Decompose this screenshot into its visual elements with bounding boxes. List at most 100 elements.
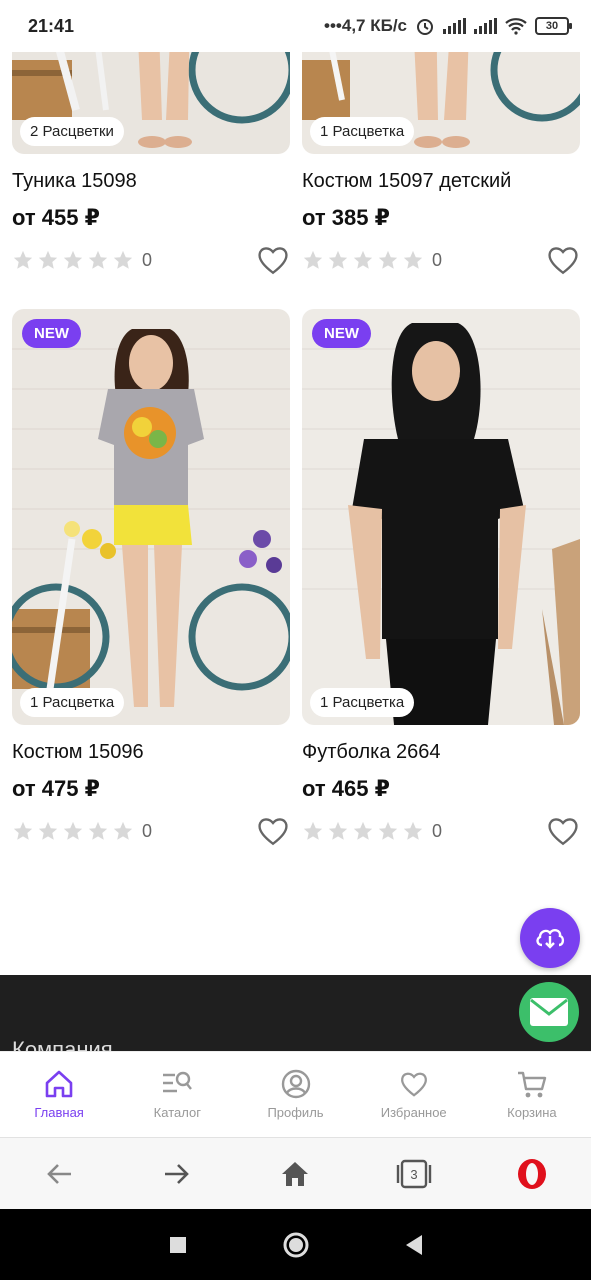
- favorite-heart-icon[interactable]: [256, 814, 290, 848]
- colors-badge: 1 Расцветка: [310, 688, 415, 717]
- cloud-download-button[interactable]: [520, 908, 580, 968]
- product-card[interactable]: NEW 1 Расцветка Футболка 2664 от 465 ₽ 0: [302, 309, 580, 848]
- nav-label: Главная: [34, 1105, 84, 1120]
- heart-icon: [400, 1072, 427, 1097]
- forward-arrow-icon: [165, 1163, 190, 1184]
- system-nav-bar: [0, 1209, 591, 1280]
- status-bar: 21:41 •••4,7 КБ/с 30: [0, 0, 591, 52]
- star-rating: [12, 249, 134, 271]
- star-rating: [302, 249, 424, 271]
- colors-badge: 1 Расцветка: [20, 688, 125, 717]
- favorite-heart-icon[interactable]: [546, 243, 580, 277]
- star-icon: [13, 821, 33, 840]
- nav-label: Избранное: [380, 1105, 447, 1120]
- product-image[interactable]: NEW 1 Расцветка: [12, 309, 290, 725]
- rating-row: 0: [302, 243, 580, 277]
- product-price: от 385 ₽: [302, 205, 390, 230]
- star-icon: [353, 250, 373, 269]
- star-icon: [38, 250, 58, 269]
- rating-row: 0: [12, 243, 290, 277]
- opera-menu-button[interactable]: [507, 1149, 557, 1199]
- app-bottom-nav: Главная Каталог Профиль Избранное Корзин…: [0, 1051, 591, 1137]
- mail-icon: [530, 998, 568, 1026]
- home-icon: [282, 1161, 309, 1186]
- colors-badge: 1 Расцветка: [310, 117, 415, 146]
- home-circle-icon[interactable]: [282, 1231, 310, 1259]
- product-price: от 475 ₽: [12, 776, 100, 801]
- wifi-icon: [505, 18, 527, 35]
- rating-count: 0: [142, 249, 153, 270]
- rating-count: 0: [432, 820, 443, 841]
- product-title[interactable]: Туника 15098: [12, 170, 290, 193]
- product-title[interactable]: Футболка 2664: [302, 741, 580, 764]
- rating-count: 0: [432, 249, 443, 270]
- status-indicators: •••4,7 КБ/с 30: [324, 16, 572, 36]
- star-rating: [302, 820, 424, 842]
- product-card[interactable]: NEW 1 Расцветка Костюм 15096 от 475 ₽ 0: [12, 309, 290, 848]
- mail-button[interactable]: [519, 982, 579, 1042]
- product-title[interactable]: Костюм 15097 детский: [302, 170, 580, 193]
- nav-favorites[interactable]: Избранное: [355, 1052, 473, 1137]
- browser-home-button[interactable]: [270, 1149, 320, 1199]
- nav-label: Корзина: [507, 1105, 557, 1120]
- status-time: 21:41: [28, 15, 75, 36]
- catalog-search-icon: [163, 1071, 193, 1093]
- alarm-icon: [417, 19, 433, 35]
- rating-row: 0: [12, 814, 290, 848]
- favorite-heart-icon[interactable]: [546, 814, 580, 848]
- rating-row: 0: [302, 814, 580, 848]
- colors-badge: 2 Расцветки: [20, 117, 124, 146]
- star-icon: [88, 250, 108, 269]
- star-icon: [303, 250, 323, 269]
- product-image[interactable]: NEW 1 Расцветка: [302, 309, 580, 725]
- star-icon: [63, 250, 83, 269]
- svg-text:3: 3: [410, 1167, 417, 1182]
- nav-label: Каталог: [153, 1105, 201, 1120]
- browser-tabs-button[interactable]: 3: [389, 1149, 439, 1199]
- signal-icon-2: [474, 18, 497, 34]
- back-triangle-icon[interactable]: [404, 1234, 424, 1256]
- nav-home[interactable]: Главная: [0, 1052, 118, 1137]
- browser-forward-button[interactable]: [152, 1149, 202, 1199]
- site-footer: Компания: [0, 975, 591, 1051]
- star-icon: [403, 250, 423, 269]
- signal-icon: [443, 18, 466, 34]
- cloud-download-icon: [536, 928, 565, 949]
- profile-icon: [281, 1069, 310, 1099]
- star-icon: [63, 821, 83, 840]
- nav-catalog[interactable]: Каталог: [118, 1052, 236, 1137]
- nav-cart[interactable]: Корзина: [473, 1052, 591, 1137]
- star-rating: [12, 820, 134, 842]
- nav-profile[interactable]: Профиль: [236, 1052, 354, 1137]
- battery-icon: 30: [535, 17, 572, 35]
- star-icon: [353, 821, 373, 840]
- favorite-heart-icon[interactable]: [256, 243, 290, 277]
- star-icon: [303, 821, 323, 840]
- nav-label: Профиль: [267, 1105, 324, 1120]
- new-badge: NEW: [312, 319, 371, 348]
- star-icon: [328, 821, 348, 840]
- home-icon: [45, 1070, 73, 1098]
- browser-toolbar: 3: [0, 1137, 591, 1209]
- back-arrow-icon: [47, 1163, 72, 1184]
- browser-back-button[interactable]: [34, 1149, 84, 1199]
- star-icon: [328, 250, 348, 269]
- star-icon: [378, 821, 398, 840]
- star-icon: [88, 821, 108, 840]
- opera-icon: [517, 1158, 546, 1189]
- new-badge: NEW: [22, 319, 81, 348]
- footer-company-heading: Компания: [12, 1037, 113, 1051]
- cart-icon: [517, 1071, 547, 1098]
- product-title[interactable]: Костюм 15096: [12, 741, 290, 764]
- star-icon: [13, 250, 33, 269]
- star-icon: [113, 250, 133, 269]
- recents-icon[interactable]: [168, 1235, 188, 1255]
- product-price: от 455 ₽: [12, 205, 100, 230]
- star-icon: [113, 821, 133, 840]
- tabs-icon: 3: [396, 1159, 431, 1188]
- network-speed: •••4,7 КБ/с: [324, 16, 407, 35]
- product-price: от 465 ₽: [302, 776, 390, 801]
- star-icon: [403, 821, 423, 840]
- star-icon: [378, 250, 398, 269]
- star-icon: [38, 821, 58, 840]
